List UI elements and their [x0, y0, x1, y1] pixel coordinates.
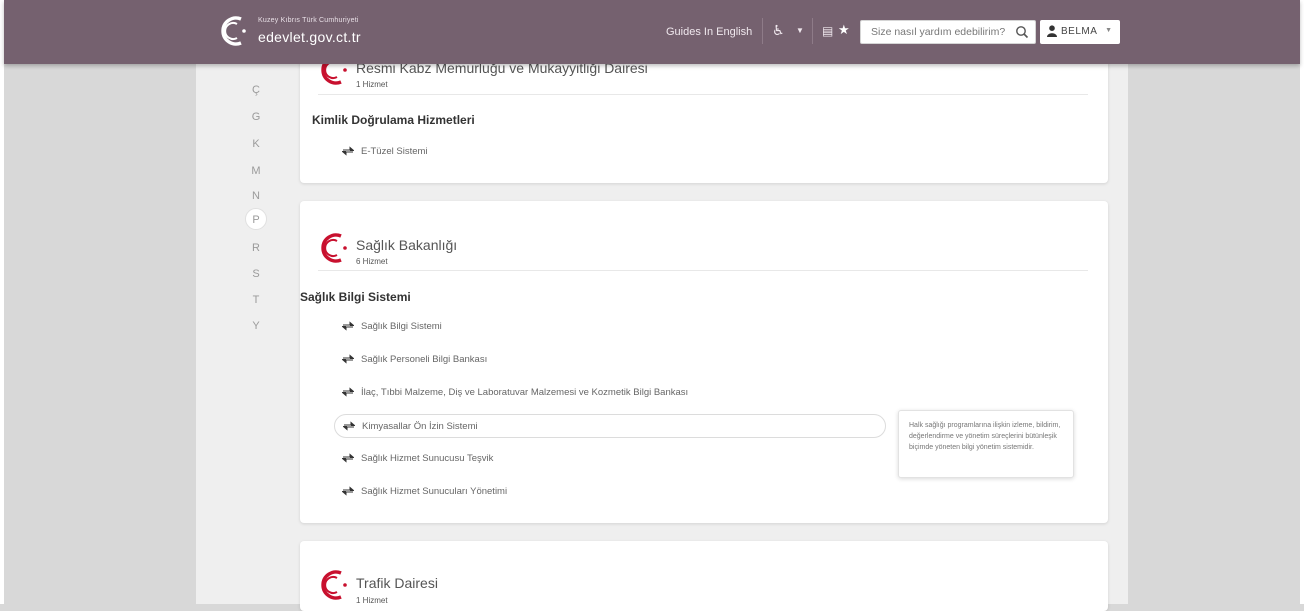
id-card-icon[interactable]: ▤ [822, 24, 833, 38]
org-service-count: 6 Hizmet [356, 257, 388, 266]
org-logo-icon [321, 233, 347, 263]
user-name: BELMA [1061, 26, 1098, 37]
favorites-star-icon[interactable]: ★ [838, 22, 850, 38]
search-icon[interactable] [1015, 25, 1029, 39]
service-link-saglik-bilgi-sistemi[interactable]: Sağlık Bilgi Sistemi [334, 315, 886, 339]
category-title: Sağlık Bilgi Sistemi [300, 290, 411, 304]
user-icon [1047, 25, 1057, 37]
service-link-e-tuzel[interactable]: E-Tüzel Sistemi [334, 140, 886, 164]
edevlet-logo-icon[interactable] [214, 13, 252, 49]
service-link-hizmet-sunucusu-tesvik[interactable]: Sağlık Hizmet Sunucusu Teşvik [334, 447, 886, 471]
alphabet-letter-g[interactable]: G [242, 111, 270, 123]
service-label: İlaç, Tıbbi Malzeme, Diş ve Laboratuvar … [361, 387, 689, 398]
service-link-hizmet-sunuculari-yonetimi[interactable]: Sağlık Hizmet Sunucuları Yönetimi [334, 480, 886, 504]
header-divider [762, 18, 763, 44]
alphabet-letter-p-active[interactable]: P [245, 208, 267, 230]
service-arrows-icon [342, 321, 354, 331]
search-input[interactable] [861, 21, 1021, 43]
service-arrows-icon [342, 146, 354, 156]
alphabet-letter-t[interactable]: T [242, 294, 270, 306]
alphabet-letter-r[interactable]: R [242, 242, 270, 254]
header-divider [812, 18, 813, 44]
service-label: E-Tüzel Sistemi [361, 146, 428, 157]
alphabet-letter-s[interactable]: S [242, 268, 270, 280]
chevron-down-icon: ▼ [1105, 27, 1112, 34]
service-arrows-icon [342, 453, 354, 463]
accessibility-chevron-down-icon[interactable]: ▼ [796, 26, 804, 35]
service-label: Sağlık Hizmet Sunucusu Teşvik [361, 453, 494, 464]
alphabet-letter-y[interactable]: Y [242, 320, 270, 332]
logo-subtitle: Kuzey Kıbrıs Türk Cumhuriyeti [258, 17, 359, 24]
alphabet-letter-k[interactable]: K [242, 138, 270, 150]
alphabet-letter-c-cedilla[interactable]: Ç [242, 84, 270, 96]
divider [318, 270, 1088, 271]
right-edge [1300, 0, 1304, 604]
org-name[interactable]: Trafik Dairesi [356, 575, 438, 591]
search-box [860, 20, 1036, 44]
service-label: Sağlık Hizmet Sunucuları Yönetimi [361, 486, 508, 497]
service-arrows-icon [343, 421, 355, 431]
service-tooltip: Halk sağlığı programlarına ilişkin izlem… [898, 410, 1074, 478]
service-link-saglik-personeli[interactable]: Sağlık Personeli Bilgi Bankası [334, 348, 886, 372]
service-label: Sağlık Personeli Bilgi Bankası [361, 354, 488, 365]
alphabet-letter-n[interactable]: N [242, 190, 270, 202]
org-name[interactable]: Sağlık Bakanlığı [356, 237, 457, 253]
guides-in-english-link[interactable]: Guides In English [666, 26, 752, 38]
user-menu-button[interactable]: BELMA ▼ [1040, 20, 1120, 44]
divider [318, 94, 1088, 95]
service-label: Sağlık Bilgi Sistemi [361, 321, 442, 332]
service-arrows-icon [342, 387, 354, 397]
service-label: Kimyasallar Ön İzin Sistemi [362, 421, 478, 432]
logo-title[interactable]: edevlet.gov.ct.tr [258, 29, 361, 45]
org-logo-icon [321, 570, 347, 600]
service-arrows-icon [342, 486, 354, 496]
service-link-ilac-tibbi-malzeme[interactable]: İlaç, Tıbbi Malzeme, Diş ve Laboratuvar … [334, 381, 886, 405]
category-title: Kimlik Doğrulama Hizmetleri [312, 113, 475, 127]
accessibility-icon[interactable]: ♿ [772, 22, 785, 39]
left-edge [0, 0, 4, 604]
alphabet-letter-m[interactable]: M [242, 165, 270, 177]
org-service-count: 1 Hizmet [356, 80, 388, 89]
service-link-kimyasallar[interactable]: Kimyasallar Ön İzin Sistemi [334, 414, 886, 438]
service-arrows-icon [342, 354, 354, 364]
